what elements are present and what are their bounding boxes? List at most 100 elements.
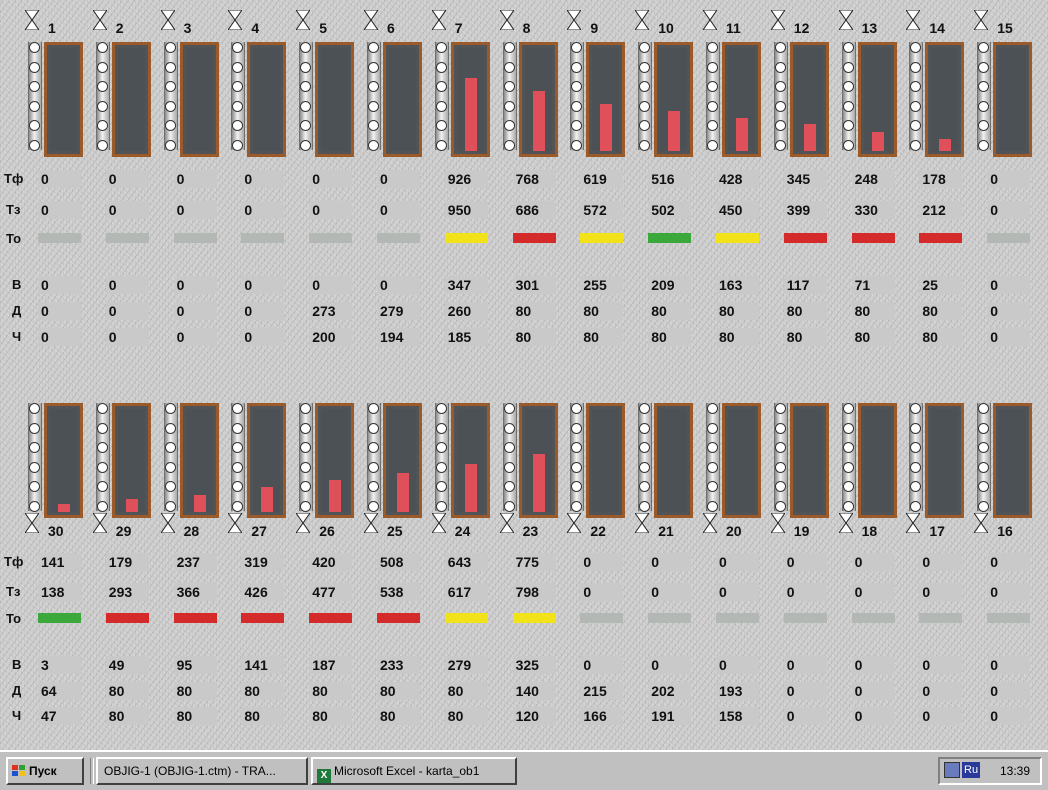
top-unit[interactable] — [840, 42, 900, 177]
top-unit[interactable] — [907, 42, 967, 177]
indicator-ball — [978, 403, 990, 414]
indicator-ball — [435, 442, 447, 453]
indicator-ball — [164, 481, 176, 492]
bottom-ch-value: 80 — [377, 707, 420, 725]
bottom-ch-value: 0 — [919, 707, 963, 725]
top-unit[interactable] — [975, 42, 1035, 177]
valve-icon[interactable] — [974, 10, 989, 30]
indicator-ball — [29, 61, 40, 73]
task-button-objig[interactable]: OBJIG-1 (OBJIG-1.ctm) - TRA... — [96, 757, 308, 785]
top-unit[interactable] — [365, 42, 425, 177]
start-button[interactable]: Пуск — [6, 757, 84, 785]
valve-icon[interactable] — [635, 10, 650, 30]
bottom-unit[interactable] — [840, 403, 900, 538]
valve-icon[interactable] — [770, 10, 785, 30]
valve-icon[interactable] — [431, 10, 446, 30]
bottom-unit[interactable] — [162, 403, 222, 538]
indicator-ball — [774, 481, 786, 492]
top-unit[interactable] — [433, 42, 493, 177]
indicator-ball — [368, 403, 379, 414]
bottom-unit[interactable] — [94, 403, 154, 538]
top-tf-value: 248 — [851, 170, 895, 188]
level-bar — [193, 494, 206, 512]
indicator-ball — [707, 42, 718, 53]
bottom-d-value: 0 — [783, 682, 827, 700]
valve-icon[interactable] — [92, 10, 107, 30]
ball-column — [502, 403, 517, 512]
task-button-excel[interactable]: X Microsoft Excel - karta_ob1 — [311, 757, 517, 785]
tank-interior — [795, 409, 823, 512]
status-indicator — [987, 233, 1031, 243]
valve-icon[interactable] — [906, 10, 921, 30]
indicator-ball — [639, 100, 651, 112]
valve-icon[interactable] — [703, 10, 717, 30]
valve-icon[interactable] — [567, 10, 582, 30]
ball-column — [841, 403, 856, 512]
top-tz-value: 0 — [241, 201, 285, 219]
valve-icon[interactable] — [838, 10, 853, 30]
indicator-ball — [29, 100, 40, 112]
valve-icon[interactable] — [160, 10, 175, 30]
bottom-unit[interactable] — [636, 403, 696, 538]
tray-app-icon[interactable] — [944, 762, 960, 778]
indicator-ball — [503, 139, 515, 151]
indicator-ball — [164, 403, 176, 414]
valve-icon[interactable] — [228, 10, 243, 30]
top-d-value: 80 — [783, 302, 827, 320]
top-unit[interactable] — [229, 42, 289, 177]
top-unit[interactable] — [162, 42, 222, 177]
valve-icon[interactable] — [364, 10, 378, 30]
status-indicator — [241, 613, 285, 623]
tank-interior — [321, 409, 349, 512]
top-unit[interactable] — [26, 42, 86, 177]
bottom-d-value: 0 — [919, 682, 963, 700]
bottom-unit[interactable] — [772, 403, 832, 538]
top-unit[interactable] — [636, 42, 696, 177]
bottom-tf-value: 775 — [512, 553, 556, 571]
ball-column — [434, 42, 449, 151]
row-label-tf: Тф — [4, 554, 24, 569]
tank-vessel — [111, 403, 151, 518]
indicator-ball — [503, 120, 515, 131]
bottom-unit[interactable] — [568, 403, 628, 538]
ball-column — [95, 42, 110, 151]
tank-interior — [592, 409, 620, 512]
indicator-ball — [435, 100, 447, 112]
valve-icon[interactable] — [296, 10, 311, 30]
top-unit[interactable] — [501, 42, 561, 177]
valve-icon[interactable] — [25, 10, 39, 30]
bottom-unit[interactable] — [704, 403, 764, 538]
indicator-ball — [29, 120, 40, 131]
bottom-unit[interactable] — [365, 403, 425, 538]
status-indicator — [38, 233, 81, 243]
indicator-ball — [435, 42, 447, 53]
indicator-ball — [978, 500, 990, 512]
bottom-v-value: 49 — [105, 656, 149, 674]
top-ch-value: 80 — [919, 328, 963, 346]
top-unit[interactable] — [568, 42, 628, 177]
top-tf-value: 0 — [105, 170, 149, 188]
tank-vessel — [450, 403, 490, 518]
bottom-unit[interactable] — [975, 403, 1035, 538]
ball-column — [706, 42, 720, 151]
indicator-ball — [639, 422, 651, 434]
indicator-ball — [300, 120, 312, 131]
bottom-unit[interactable] — [433, 403, 493, 538]
bottom-unit[interactable] — [26, 403, 86, 538]
indicator-ball — [910, 61, 922, 73]
bottom-tf-value: 0 — [648, 553, 692, 571]
bottom-unit[interactable] — [907, 403, 967, 538]
top-unit[interactable] — [772, 42, 832, 177]
level-bar — [397, 472, 409, 512]
indicator-ball — [96, 139, 108, 151]
bottom-unit[interactable] — [297, 403, 357, 538]
indicator-ball — [774, 500, 786, 512]
keyboard-layout-indicator[interactable]: Ru — [962, 762, 981, 778]
top-unit[interactable] — [94, 42, 154, 177]
tank-vessel — [179, 403, 219, 518]
valve-icon[interactable] — [499, 10, 514, 30]
top-unit[interactable] — [704, 42, 764, 177]
bottom-unit[interactable] — [501, 403, 561, 538]
bottom-unit[interactable] — [229, 403, 289, 538]
top-unit[interactable] — [297, 42, 357, 177]
